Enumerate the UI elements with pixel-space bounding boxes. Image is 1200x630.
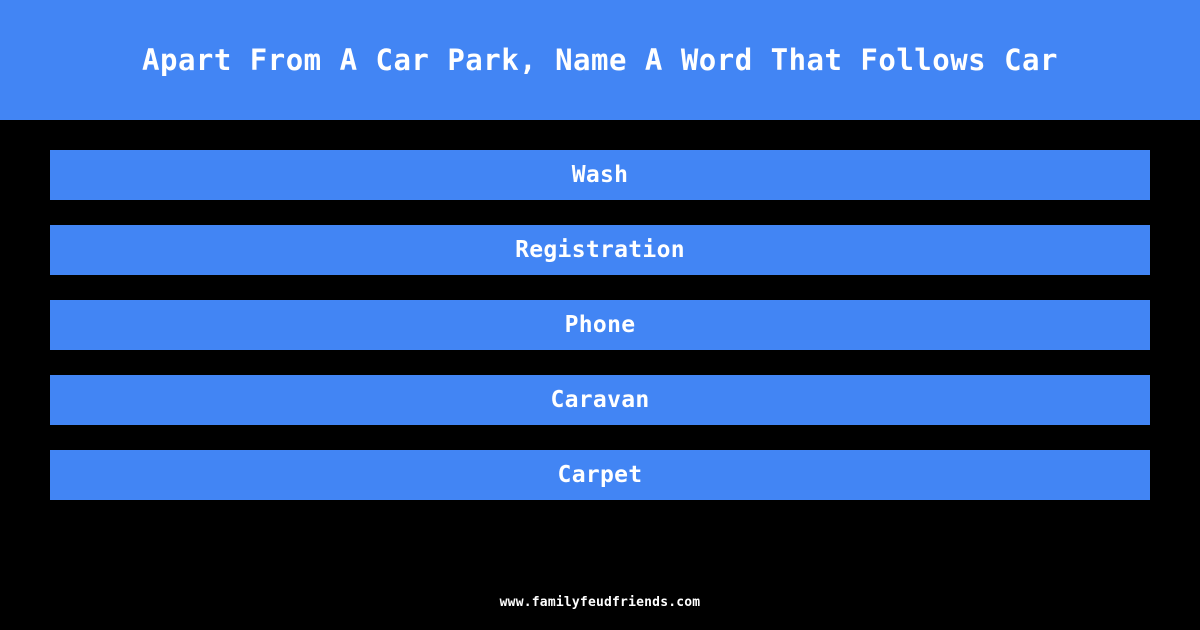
page-title: Apart From A Car Park, Name A Word That … <box>142 42 1058 77</box>
answer-label: Phone <box>564 311 636 338</box>
answer-label: Registration <box>515 236 685 263</box>
answer-list: Wash Registration Phone Caravan Carpet <box>50 150 1150 500</box>
answer-label: Carpet <box>557 461 643 488</box>
answer-row-1[interactable]: Wash <box>50 150 1150 200</box>
answer-label: Caravan <box>550 386 650 413</box>
site-url[interactable]: www.familyfeudfriends.com <box>500 596 701 609</box>
answer-row-5[interactable]: Carpet <box>50 450 1150 500</box>
answer-label: Wash <box>571 161 629 188</box>
footer: www.familyfeudfriends.com <box>0 596 1200 609</box>
answer-row-4[interactable]: Caravan <box>50 375 1150 425</box>
answer-row-2[interactable]: Registration <box>50 225 1150 275</box>
survey-answer-card: Apart From A Car Park, Name A Word That … <box>0 0 1200 630</box>
answer-row-3[interactable]: Phone <box>50 300 1150 350</box>
question-header-band: Apart From A Car Park, Name A Word That … <box>0 0 1200 120</box>
